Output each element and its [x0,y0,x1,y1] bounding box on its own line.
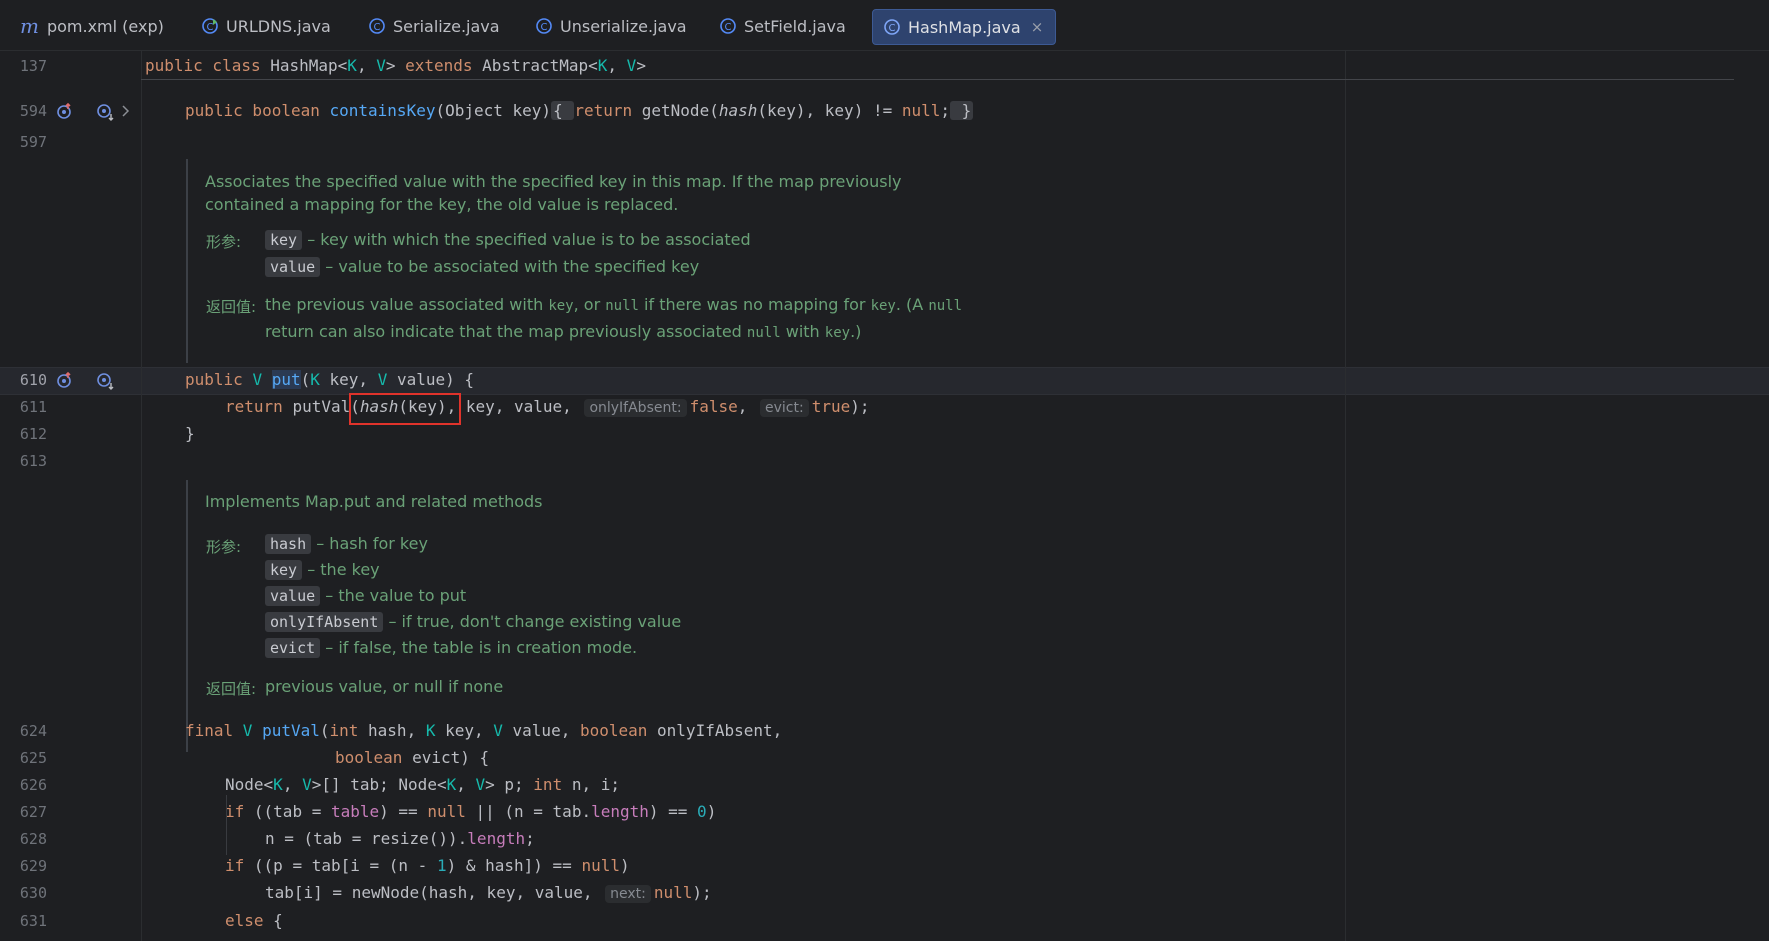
svg-text:C: C [725,22,732,33]
doc-returns-cont: return can also indicate that the map pr… [265,322,862,341]
param-hint: next: [605,885,651,903]
doc-summary: Implements Map.put and related methods [205,492,543,511]
code-line-629: if ((p = tab[i = (n - 1) & hash]) == nul… [225,856,630,875]
line-number: 627 [19,803,47,821]
code-line-630: tab[i] = newNode(hash, key, value, next:… [265,883,712,903]
line-number: 594 [19,102,47,120]
param-hint: onlyIfAbsent: [584,399,687,417]
doc-returns: previous value, or null if none [265,677,504,696]
code-line-625: boolean evict) { [335,748,490,767]
code-line-626: Node<K, V>[] tab; Node<K, V> p; int n, i… [225,775,620,794]
javadoc-put: Associates the specified value with the … [186,159,988,363]
tab-hashmap-java[interactable]: C HashMap.java × [872,9,1057,45]
line-number: 630 [19,884,47,902]
highlight-box [349,393,461,425]
javadoc-putval: Implements Map.put and related methods 形… [186,480,988,752]
svg-text:C: C [541,22,548,33]
tab-serialize-java[interactable]: C Serialize.java [368,9,500,43]
class-icon: C [719,17,737,35]
line-number: 625 [19,749,47,767]
line-number: 628 [19,830,47,848]
override-icon[interactable] [55,101,75,121]
sticky-header-separator [141,79,1734,80]
close-icon[interactable]: × [1031,18,1044,36]
line-number: 612 [19,425,47,443]
gutter-divider [141,51,142,941]
line-number: 597 [19,133,47,151]
tab-label: Unserialize.java [560,16,687,36]
svg-text:C: C [889,23,896,34]
code-line-610: public V put(K key, V value) { [185,370,475,389]
doc-param: evict – if false, the table is in creati… [265,638,637,658]
tab-pom-xml[interactable]: m pom.xml (exp) [20,9,164,43]
class-run-icon: C [201,17,219,35]
doc-param: value – value to be associated with the … [265,257,699,277]
params-label: 形参: [206,233,242,251]
param-hint: evict: [760,399,809,417]
line-number: 613 [19,452,47,470]
line-number: 624 [19,722,47,740]
class-icon: C [535,17,553,35]
tab-urldns-java[interactable]: C URLDNS.java [201,9,331,43]
tab-label: Serialize.java [393,16,500,36]
tab-label: SetField.java [744,16,846,36]
doc-param: key – the key [265,560,380,580]
line-number: 611 [19,398,47,416]
doc-param: onlyIfAbsent – if true, don't change exi… [265,612,681,632]
override-icon[interactable] [55,370,75,390]
code-line-631: else { [225,911,283,930]
line-number: 631 [19,912,47,930]
class-icon: C [368,17,386,35]
implementations-icon[interactable] [95,102,117,122]
implementations-icon[interactable] [95,371,117,391]
tab-label: URLDNS.java [226,16,331,36]
svg-text:C: C [374,22,381,33]
code-line-627: if ((tab = table) == null || (n = tab.le… [225,802,717,821]
code-line-624: final V putVal(int hash, K key, V value,… [185,721,783,740]
code-line-612: } [185,424,195,443]
doc-param: value – the value to put [265,586,466,606]
tab-setfield-java[interactable]: C SetField.java [719,9,846,43]
code-line-611: return putVal(hash(key), key, value, onl… [225,397,870,417]
editor-tab-bar: m pom.xml (exp) C URLDNS.java C Serializ… [0,0,1769,51]
tab-unserialize-java[interactable]: C Unserialize.java [535,9,687,43]
doc-param: key – key with which the specified value… [265,230,751,250]
line-number: 626 [19,776,47,794]
line-number: 629 [19,857,47,875]
code-line-594: public boolean containsKey(Object key){ … [185,101,974,120]
class-icon: C [883,18,901,36]
line-number: 137 [19,57,47,75]
right-margin-guide [1345,51,1346,941]
sticky-class-header: public class HashMap<K, V> extends Abstr… [145,56,646,75]
code-line-628: n = (tab = resize()).length; [265,829,535,848]
returns-label: 返回值: [206,298,257,316]
tab-label: pom.xml (exp) [46,16,164,36]
tab-label: HashMap.java [908,17,1021,37]
code-editor[interactable]: 137 public class HashMap<K, V> extends A… [0,51,1769,941]
doc-returns: the previous value associated with key, … [265,295,963,314]
line-number: 610 [19,371,47,389]
doc-summary: Associates the specified value with the … [205,172,902,214]
indent-guide [226,795,227,855]
doc-param: hash – hash for key [265,534,428,554]
returns-label: 返回值: [206,680,257,698]
maven-icon: m [20,14,39,38]
chevron-right-icon[interactable] [121,104,131,118]
params-label: 形参: [206,538,242,556]
svg-text:C: C [207,22,214,33]
